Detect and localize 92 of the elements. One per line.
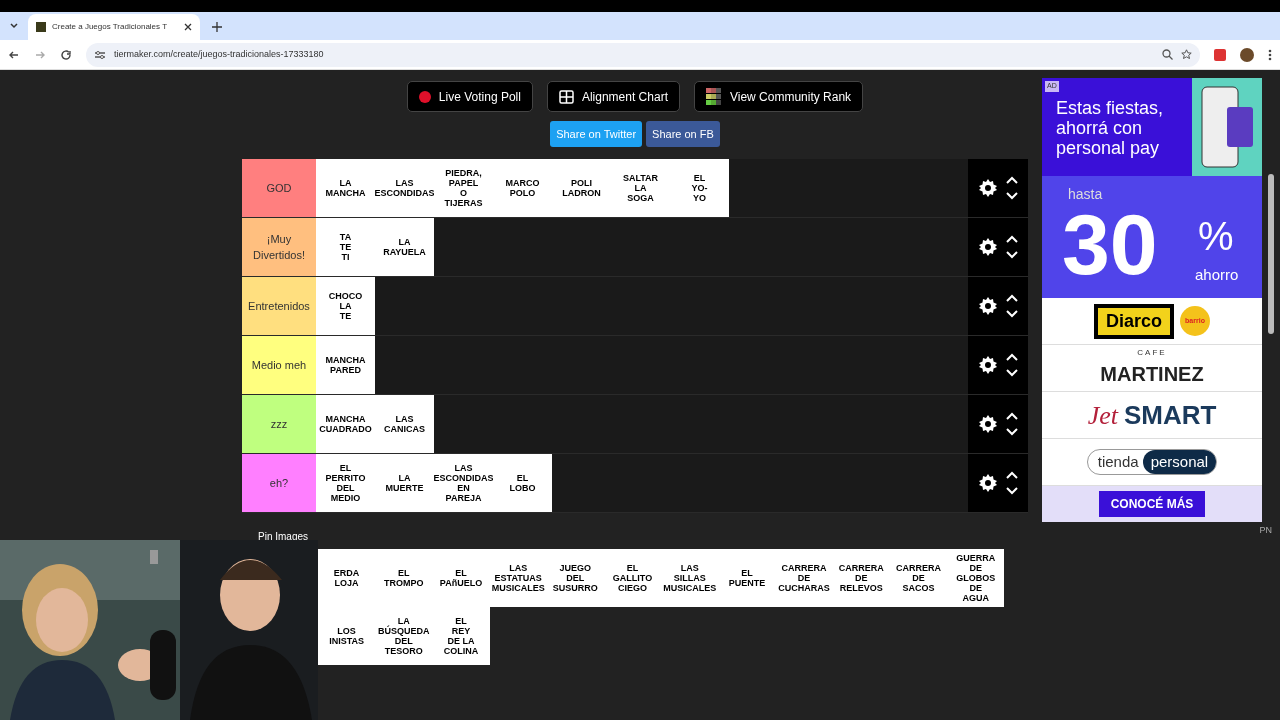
- settings-icon[interactable]: [978, 355, 998, 375]
- move-down-icon[interactable]: [1006, 192, 1018, 200]
- site-settings-icon: [94, 49, 106, 60]
- move-up-icon[interactable]: [1006, 176, 1018, 184]
- game-tile[interactable]: SALTAR LA SOGA: [611, 159, 670, 217]
- settings-icon[interactable]: [978, 473, 998, 493]
- game-tile[interactable]: POLI LADRON: [552, 159, 611, 217]
- game-tile[interactable]: CHOCO LA TE: [316, 277, 375, 335]
- menu-icon[interactable]: [1268, 48, 1272, 61]
- game-tile[interactable]: LA BÚSQUEDA DEL TESORO: [375, 607, 433, 665]
- game-tile[interactable]: MANCHA PARED: [316, 336, 375, 394]
- smart-text: SMART: [1123, 398, 1217, 432]
- game-tile[interactable]: EL PAñUELO: [432, 549, 490, 607]
- game-tile[interactable]: MANCHA CUADRADO: [316, 395, 375, 453]
- toolbar-button[interactable]: View Community Rank: [693, 81, 864, 112]
- address-bar[interactable]: tiermaker.com/create/juegos-tradicionales-17333180: [86, 42, 1200, 67]
- game-tile[interactable]: LAS CANICAS: [375, 395, 434, 453]
- move-down-icon[interactable]: [1006, 428, 1018, 436]
- cafe-label: CAFE: [1137, 347, 1167, 359]
- game-tile[interactable]: LA RAYUELA: [375, 218, 434, 276]
- game-tile[interactable]: EL TROMPO: [375, 549, 433, 607]
- game-tile[interactable]: PIEDRA, PAPEL O TIJERAS: [434, 159, 493, 217]
- new-tab-icon[interactable]: [212, 22, 222, 32]
- game-tile[interactable]: LAS ESCONDIDAS EN PAREJA: [434, 454, 493, 512]
- cta-button[interactable]: CONOCÉ MÁS: [1098, 491, 1206, 517]
- browser-tab[interactable]: Create a Juegos Tradicionales T: [28, 14, 200, 40]
- settings-icon[interactable]: [978, 178, 998, 198]
- game-tile[interactable]: LA MANCHA: [316, 159, 375, 217]
- move-up-icon[interactable]: [1006, 235, 1018, 243]
- diarco-logo: Diarco: [1094, 303, 1174, 339]
- tier-grid-icon: [705, 87, 722, 106]
- personal-text: personal: [1142, 449, 1217, 475]
- tienda-text: tienda: [1097, 451, 1140, 472]
- tier-label[interactable]: zzz: [242, 395, 316, 453]
- game-tile[interactable]: EL PUENTE: [718, 549, 776, 607]
- move-up-icon[interactable]: [1006, 412, 1018, 420]
- game-tile[interactable]: EL LOBO: [493, 454, 552, 512]
- extension-icon[interactable]: [1214, 48, 1226, 61]
- move-down-icon[interactable]: [1006, 251, 1018, 259]
- game-tile[interactable]: LOS INISTAS: [318, 607, 376, 665]
- game-tile[interactable]: LAS ESTATUAS MUSICALES: [489, 549, 547, 607]
- tier-label[interactable]: ¡Muy Divertidos!: [242, 218, 316, 276]
- martinez-logo: MARTINEZ: [1100, 362, 1204, 387]
- game-tile[interactable]: CARRERA DE RELEVOS: [832, 549, 890, 607]
- settings-icon[interactable]: [978, 296, 998, 316]
- move-down-icon[interactable]: [1006, 487, 1018, 495]
- ad-big-number: 30: [1062, 204, 1158, 284]
- game-tile[interactable]: CARRERA DE SACOS: [889, 549, 948, 607]
- move-up-icon[interactable]: [1006, 353, 1018, 361]
- move-down-icon[interactable]: [1006, 369, 1018, 377]
- tab-title: Create a Juegos Tradicionales T: [52, 21, 169, 33]
- game-tile[interactable]: ERDA LOJA: [318, 549, 376, 607]
- close-icon[interactable]: [184, 23, 192, 31]
- ad-text: ahorro: [1195, 265, 1239, 285]
- tier-label[interactable]: Medio meh: [242, 336, 316, 394]
- game-tile[interactable]: CARRERA DE CUCHARAS: [775, 549, 833, 607]
- game-tile[interactable]: MARCO POLO: [493, 159, 552, 217]
- zoom-icon[interactable]: [1162, 49, 1173, 60]
- game-tile[interactable]: EL REY DE LA COLINA: [432, 607, 490, 665]
- ad-headline: Estas fiestas, ahorrá con personal pay: [1056, 98, 1165, 160]
- profile-avatar[interactable]: [1240, 47, 1254, 62]
- tier-label[interactable]: eh?: [242, 454, 316, 512]
- game-tile[interactable]: LAS SILLAS MUSICALES: [661, 549, 719, 607]
- tier-label[interactable]: Entretenidos: [242, 277, 316, 335]
- pin-images-label[interactable]: Pin Images: [258, 529, 309, 544]
- jet-text: Jet: [1087, 399, 1118, 432]
- ad-text: hasta: [1068, 185, 1103, 204]
- game-tile[interactable]: TA TE TI: [316, 218, 375, 276]
- settings-icon[interactable]: [978, 237, 998, 257]
- move-down-icon[interactable]: [1006, 310, 1018, 318]
- game-tile[interactable]: GUERRA DE GLOBOS DE AGUA: [947, 549, 1005, 607]
- grid-icon: [558, 89, 574, 104]
- toolbar-button[interactable]: Alignment Chart: [546, 81, 680, 112]
- reload-icon[interactable]: [60, 48, 72, 61]
- chevron-down-icon: [9, 21, 19, 31]
- game-tile[interactable]: JUEGO DEL SUSURRO: [546, 549, 604, 607]
- settings-icon[interactable]: [978, 414, 998, 434]
- site-icon: [36, 22, 46, 32]
- ad-percent: %: [1198, 216, 1234, 256]
- star-icon[interactable]: [1181, 49, 1192, 60]
- url-text: tiermaker.com/create/juegos-tradicionales-17333180: [114, 47, 324, 61]
- game-tile[interactable]: EL GALLITO CIEGO: [603, 549, 662, 607]
- tier-label[interactable]: GOD: [242, 159, 316, 217]
- share-button[interactable]: Share on FB: [646, 121, 720, 147]
- game-tile[interactable]: EL YO- YO: [670, 159, 729, 217]
- move-up-icon[interactable]: [1006, 471, 1018, 479]
- toolbar-button[interactable]: Live Voting Poll: [406, 81, 533, 112]
- game-tile[interactable]: EL PERRITO DEL MEDIO: [316, 454, 375, 512]
- ad-corner-label: PN: [1258, 524, 1272, 537]
- move-up-icon[interactable]: [1006, 294, 1018, 302]
- game-tile[interactable]: LAS ESCONDIDAS: [375, 159, 434, 217]
- game-tile[interactable]: LA MUERTE: [375, 454, 434, 512]
